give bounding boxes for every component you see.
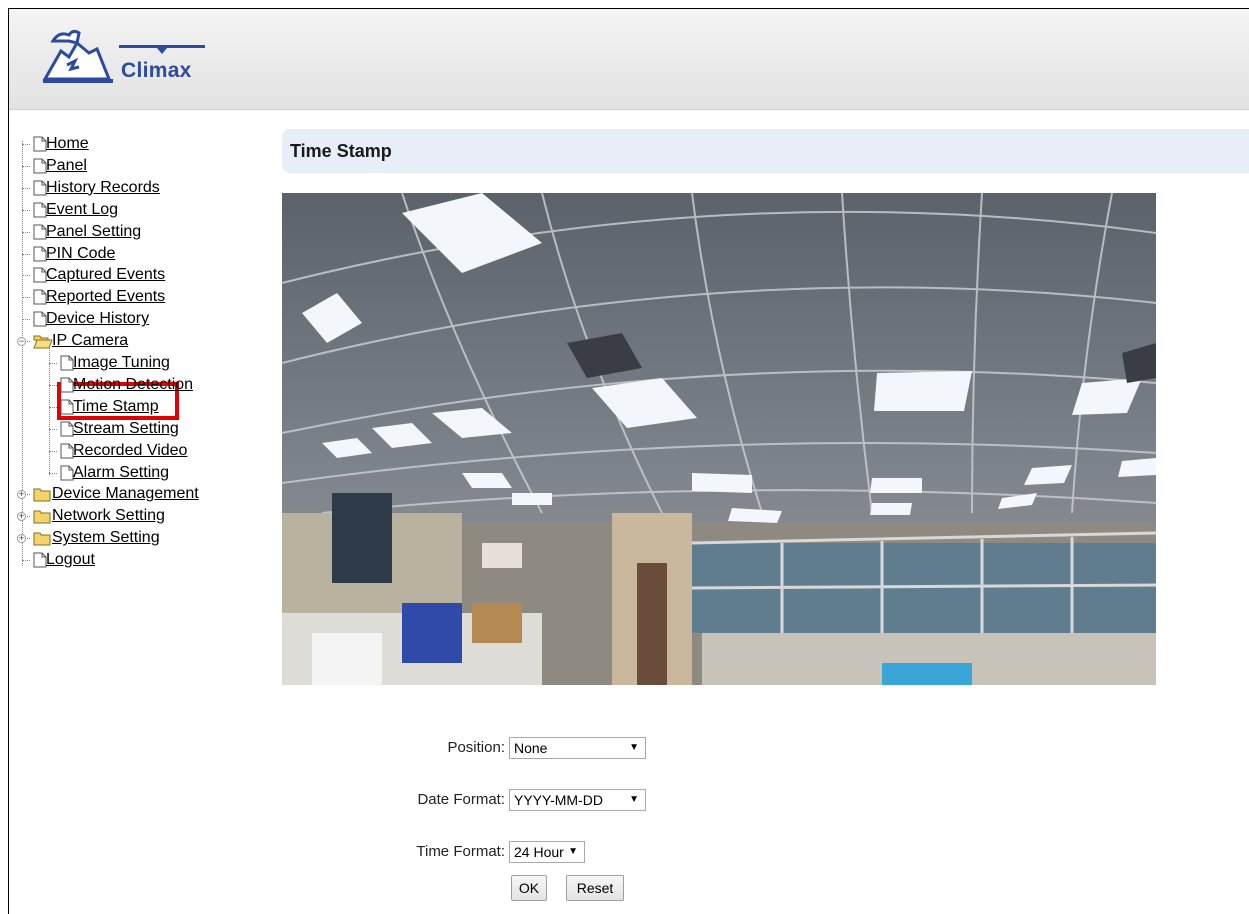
sidebar-item[interactable]: Recorded Video [9, 440, 269, 462]
sidebar-item[interactable]: Image Tuning [9, 352, 269, 374]
camera-preview-image [282, 193, 1156, 685]
tree-connector [49, 450, 57, 452]
header: Climax [9, 9, 1249, 110]
date-format-label: Date Format: [417, 791, 505, 808]
sidebar-item-label[interactable]: Reported Events [46, 286, 165, 308]
sidebar-item-label[interactable]: IP Camera [52, 330, 128, 352]
sidebar-item[interactable]: − IP Camera [9, 330, 269, 352]
tree-connector [49, 406, 57, 408]
sidebar-item-label[interactable]: Stream Setting [73, 418, 179, 440]
sidebar-item[interactable]: Motion Detection [9, 374, 269, 396]
sidebar-item[interactable]: Time Stamp [9, 396, 269, 418]
dropdown-arrow-icon: ▼ [568, 846, 578, 857]
sidebar-item[interactable]: Panel Setting [9, 221, 269, 243]
sidebar-item-label[interactable]: Home [46, 133, 89, 155]
time-format-select-value: 24 Hour [514, 844, 564, 860]
plus-icon[interactable]: + [17, 490, 26, 500]
sidebar-item-label[interactable]: Device Management [52, 483, 199, 505]
sidebar-item[interactable]: + System Setting [9, 527, 269, 549]
page-icon [33, 552, 47, 575]
sidebar-item-label[interactable]: Motion Detection [73, 374, 193, 396]
tree-connector [22, 560, 30, 562]
position-label: Position: [447, 739, 505, 756]
sidebar-item[interactable]: Event Log [9, 199, 269, 221]
sidebar-item[interactable]: Panel [9, 155, 269, 177]
time-format-select[interactable]: 24 Hour ▼ [509, 841, 585, 863]
sidebar-item[interactable]: Device History [9, 308, 269, 330]
sidebar-item-label[interactable]: System Setting [52, 527, 160, 549]
page-title-bar: Time Stamp [282, 129, 1249, 173]
tree-connector [22, 165, 30, 167]
sidebar-item-label[interactable]: Device History [46, 308, 149, 330]
sidebar-item-label[interactable]: Time Stamp [73, 396, 159, 418]
sidebar-item-label[interactable]: PIN Code [46, 243, 115, 265]
page-title: Time Stamp [290, 141, 392, 161]
tree-connector [49, 363, 57, 364]
sidebar-item-label[interactable]: Network Setting [52, 505, 165, 527]
minus-icon[interactable]: − [17, 337, 26, 347]
sidebar-item-label[interactable]: Panel [46, 155, 87, 177]
sidebar-item[interactable]: Alarm Setting [9, 462, 269, 484]
sidebar-item-label[interactable]: Logout [46, 549, 95, 571]
ok-button[interactable]: OK [511, 875, 547, 901]
position-select[interactable]: None ▼ [509, 737, 646, 759]
camera-preview [282, 193, 1156, 685]
sidebar-item-label[interactable]: Panel Setting [46, 221, 141, 243]
sidebar-item-label[interactable]: Captured Events [46, 264, 165, 286]
tree-connector [22, 297, 30, 299]
dropdown-arrow-icon: ▼ [629, 742, 639, 753]
sidebar-item-label[interactable]: Alarm Setting [73, 462, 169, 484]
plus-icon[interactable]: + [17, 512, 26, 522]
sidebar-item[interactable]: + Device Management [9, 483, 269, 505]
date-format-select[interactable]: YYYY-MM-DD ▼ [509, 789, 646, 811]
sidebar-item-label[interactable]: Recorded Video [73, 440, 187, 462]
brand-name: Climax [121, 59, 192, 82]
tree-connector [22, 187, 30, 189]
sidebar-item[interactable]: Logout [9, 549, 269, 571]
sidebar-item[interactable]: Stream Setting [9, 418, 269, 440]
climax-logo[interactable]: Climax [39, 21, 209, 91]
sidebar-item[interactable]: PIN Code [9, 243, 269, 265]
tree-connector [49, 472, 57, 474]
tree-connector [22, 253, 30, 255]
sidebar-item[interactable]: Home [9, 133, 269, 155]
sidebar-item-label[interactable]: Event Log [46, 199, 118, 221]
tree-connector [49, 384, 57, 386]
sidebar-item-label[interactable]: Image Tuning [73, 352, 170, 374]
time-format-label: Time Format: [416, 843, 505, 860]
reset-button[interactable]: Reset [566, 875, 624, 901]
tree-connector [22, 275, 30, 277]
tree-connector [22, 319, 30, 321]
sidebar-item[interactable]: History Records [9, 177, 269, 199]
tree-connector [22, 209, 30, 211]
plus-icon[interactable]: + [17, 534, 26, 544]
app-frame: Climax Time Stamp Position: None ▼ Date … [8, 8, 1249, 914]
position-select-value: None [514, 740, 548, 756]
date-format-select-value: YYYY-MM-DD [514, 792, 603, 808]
sidebar-item[interactable]: Captured Events [9, 264, 269, 286]
dropdown-arrow-icon: ▼ [629, 794, 639, 805]
tree-connector [22, 144, 30, 145]
tree-connector [49, 428, 57, 430]
tree-connector [22, 231, 30, 233]
sidebar-item[interactable]: Reported Events [9, 286, 269, 308]
sidebar-item[interactable]: + Network Setting [9, 505, 269, 527]
sidebar-item-label[interactable]: History Records [46, 177, 160, 199]
